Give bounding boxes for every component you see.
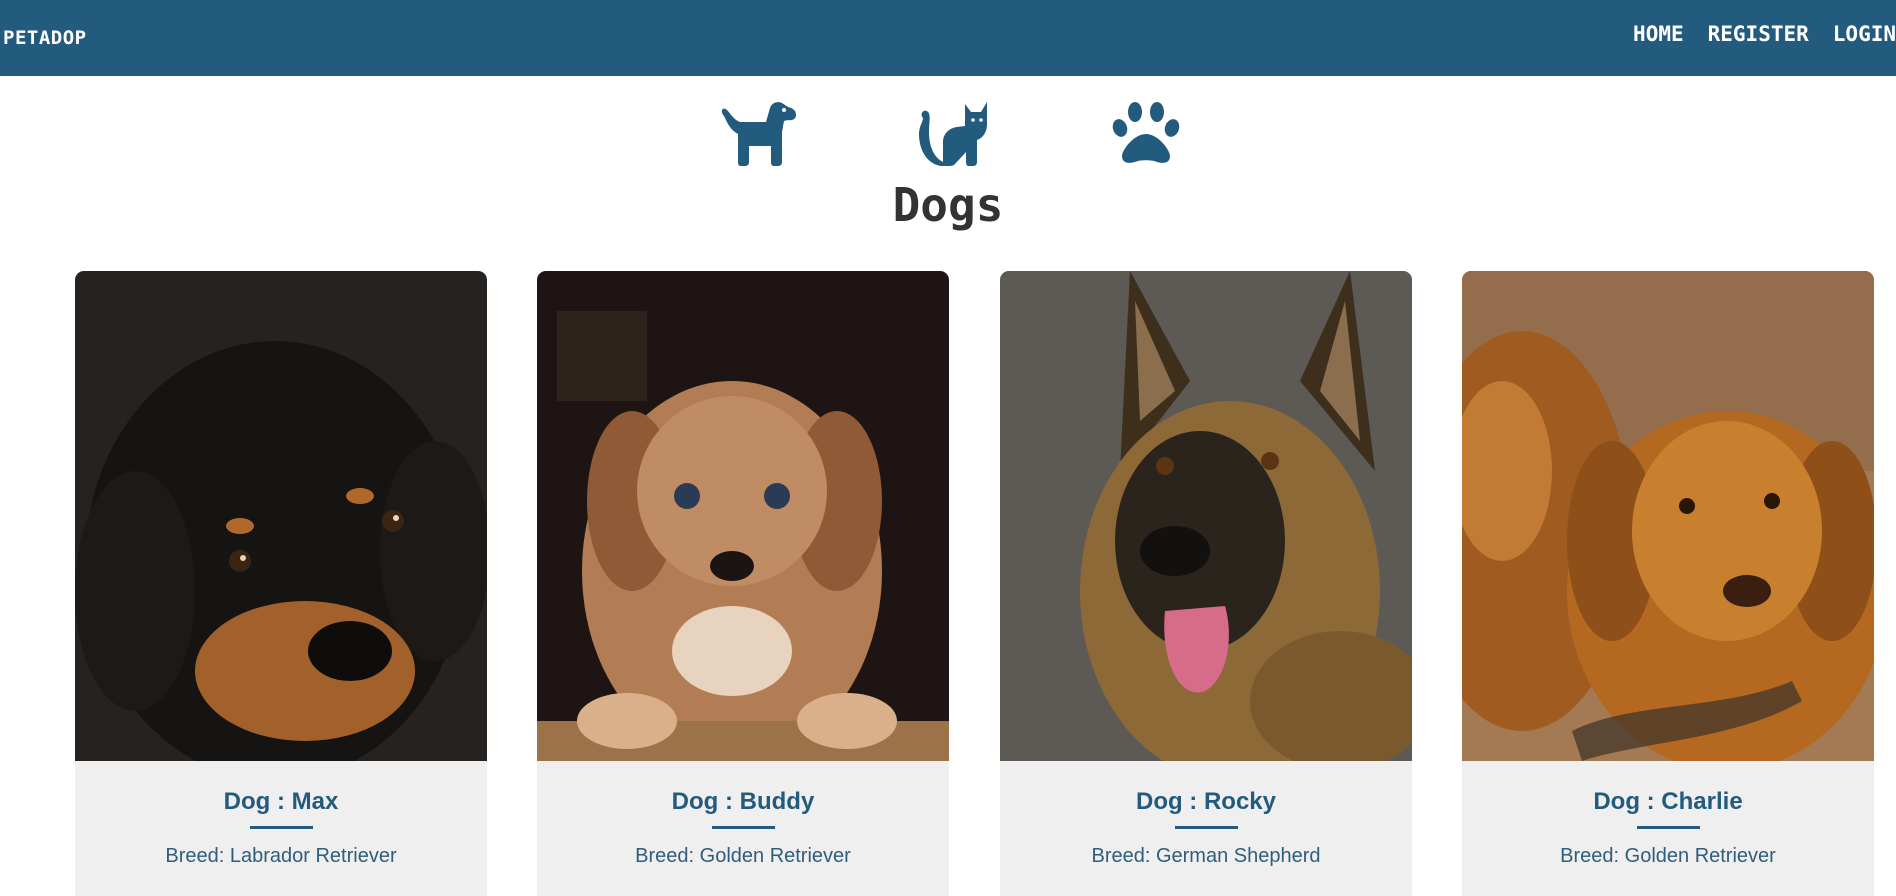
pet-photo[interactable]	[1462, 271, 1874, 761]
pet-photo[interactable]	[537, 271, 949, 761]
pet-photo[interactable]	[75, 271, 487, 761]
pet-card[interactable]: Dog : Buddy Breed: Golden Retriever	[537, 271, 949, 896]
nav-links: HOME REGISTER LOGIN	[1609, 22, 1896, 46]
brand-logo[interactable]: PETADOP	[3, 27, 87, 49]
cat-icon[interactable]	[915, 98, 995, 168]
pet-card[interactable]: Dog : Max Breed: Labrador Retriever	[75, 271, 487, 896]
pet-name: Dog : Charlie	[1593, 788, 1743, 815]
paw-icon[interactable]	[1106, 98, 1186, 168]
nav-home-link[interactable]: HOME	[1633, 22, 1684, 46]
pet-breed: Breed: Golden Retriever	[635, 845, 851, 867]
navbar: PETADOP HOME REGISTER LOGIN	[0, 0, 1896, 76]
pet-card[interactable]: Dog : Rocky Breed: German Shepherd	[1000, 271, 1412, 896]
category-icons	[0, 98, 1896, 168]
pet-name: Dog : Rocky	[1135, 788, 1276, 815]
divider	[249, 826, 313, 829]
nav-login-link[interactable]: LOGIN	[1833, 22, 1896, 46]
nav-register-link[interactable]: REGISTER	[1708, 22, 1809, 46]
pet-breed: Breed: Golden Retriever	[1560, 845, 1776, 867]
divider	[1174, 826, 1238, 829]
pet-photo[interactable]	[1000, 271, 1412, 761]
pet-name: Dog : Max	[223, 788, 339, 815]
page-title: Dogs	[892, 178, 1004, 232]
pet-breed: Breed: German Shepherd	[1091, 845, 1321, 867]
pet-breed: Breed: Labrador Retriever	[165, 845, 397, 867]
pet-name: Dog : Buddy	[671, 788, 815, 815]
divider	[711, 826, 775, 829]
dog-icon[interactable]	[718, 98, 798, 168]
divider	[1636, 826, 1700, 829]
pet-card[interactable]: Dog : Charlie Breed: Golden Retriever	[1462, 271, 1874, 896]
